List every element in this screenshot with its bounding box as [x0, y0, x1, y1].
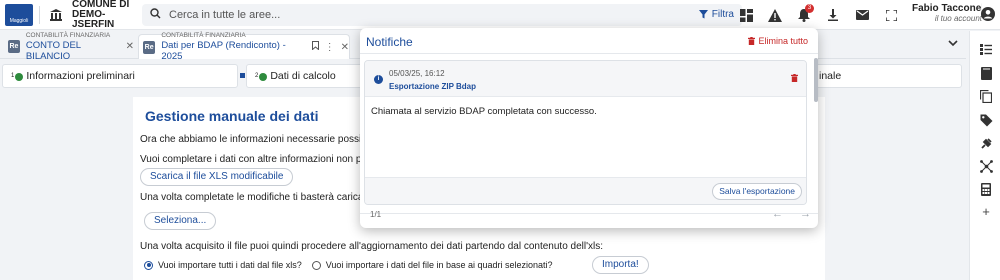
organization-name[interactable]: COMUNE DI DEMO-JSERFIN	[72, 0, 132, 30]
step-label: Informazioni preliminari	[26, 70, 135, 82]
notifications-title: Notifiche	[366, 35, 413, 49]
top-bar: Maggioli COMUNE DI DEMO-JSERFIN Cerca in…	[0, 0, 1000, 30]
tab-title: CONTO DEL BILANCIO	[25, 39, 81, 62]
user-name: Fabio Tacconell...	[912, 3, 982, 14]
list-icon[interactable]	[979, 42, 993, 56]
user-role: il tuo account	[934, 14, 982, 23]
save-export-button[interactable]: Salva l'esportazione	[712, 183, 802, 200]
divider	[360, 53, 818, 54]
import-mode-options: Vuoi importare tutti i dati dal file xls…	[144, 260, 553, 270]
next-page-icon[interactable]: →	[800, 208, 811, 220]
notifications-bell-icon[interactable]: 3	[793, 4, 815, 26]
download-icon[interactable]	[822, 4, 844, 26]
calculator-icon[interactable]	[979, 182, 993, 196]
radio-import-all[interactable]	[144, 260, 153, 270]
module-icon: Re	[143, 40, 156, 54]
complete-data-text: Vuoi completare i dati con altre informa…	[140, 154, 385, 165]
filter-label: Filtra	[711, 9, 734, 20]
municipality-icon	[48, 7, 64, 23]
tab-conto-del-bilancio[interactable]: Re CONTABILITÀ FINANZIARIA CONTO DEL BIL…	[4, 31, 134, 62]
fullscreen-icon[interactable]	[880, 4, 902, 26]
copy-icon[interactable]	[979, 89, 993, 103]
import-instructions-text: Una volta acquisito il file puoi quindi …	[140, 241, 604, 252]
notifications-panel: Notifiche Elimina tutto i 05/03/25, 16:1…	[360, 28, 818, 228]
bookmark-icon[interactable]	[311, 41, 319, 53]
step-label: Dati di calcolo	[270, 70, 336, 82]
chevron-down-icon[interactable]	[948, 38, 958, 50]
divider	[39, 5, 40, 24]
notification-timestamp: 05/03/25, 16:12	[389, 69, 445, 78]
radio-import-all-label[interactable]: Vuoi importare tutti i dati dal file xls…	[158, 260, 302, 270]
close-tab-icon[interactable]: ✕	[341, 42, 349, 53]
mail-icon[interactable]	[851, 4, 873, 26]
delete-notification-icon[interactable]	[791, 73, 798, 85]
upload-text: Una volta completate le modifiche ti bas…	[140, 192, 386, 203]
tab-category: CONTABILITÀ FINANZIARIA	[25, 31, 111, 39]
divider	[360, 213, 818, 214]
check-icon	[15, 73, 24, 81]
notification-header: i 05/03/25, 16:12 Esportazione ZIP Bdap	[365, 61, 806, 97]
module-icon: Re	[8, 40, 20, 53]
check-icon	[259, 73, 268, 81]
radio-import-selected[interactable]	[311, 260, 321, 270]
scrollbar[interactable]	[814, 58, 818, 102]
step-number: 2	[255, 73, 259, 79]
notification-tag: Esportazione ZIP Bdap	[389, 82, 476, 91]
user-menu[interactable]: Fabio Tacconell... il tuo account	[912, 3, 982, 23]
page-indicator: 1/1	[370, 210, 382, 219]
current-step-marker	[240, 73, 245, 78]
import-button[interactable]: Importa!	[592, 256, 649, 274]
notification-footer: Salva l'esportazione	[365, 177, 806, 204]
notification-message: Chiamata al servizio BDAP completata con…	[371, 106, 597, 117]
clear-all-label: Elimina tutto	[758, 36, 808, 46]
network-icon[interactable]	[979, 159, 993, 173]
plug-icon[interactable]	[979, 136, 993, 150]
maggioli-logo[interactable]: Maggioli	[5, 3, 33, 26]
radio-import-selected-label[interactable]: Vuoi importare i dati del file in base a…	[326, 260, 553, 270]
logo-text: Maggioli	[9, 17, 29, 24]
clear-all-button[interactable]: Elimina tutto	[748, 36, 808, 46]
tab-title: Dati per BDAP (Rendiconto) - 2025	[161, 40, 286, 62]
tag-icon[interactable]	[979, 113, 993, 127]
global-search[interactable]: Cerca in tutte le aree... Filtra	[142, 3, 742, 26]
notification-count-badge: 3	[805, 4, 814, 13]
previous-page-icon[interactable]: ←	[772, 208, 783, 220]
warning-icon[interactable]	[764, 4, 786, 26]
info-icon: i	[374, 75, 383, 84]
select-file-button[interactable]: Seleziona...	[144, 212, 217, 230]
tab-category: CONTABILITÀ FINANZIARIA	[161, 32, 246, 39]
step-label: inale	[819, 70, 842, 82]
right-toolbar: +	[969, 31, 1000, 280]
top-actions: 3	[735, 4, 902, 26]
close-tab-icon[interactable]: ✕	[126, 41, 134, 52]
notification-item: i 05/03/25, 16:12 Esportazione ZIP Bdap …	[364, 60, 807, 205]
user-avatar-icon[interactable]	[981, 7, 995, 24]
book-icon[interactable]	[979, 66, 993, 80]
intro-text: Ora che abbiamo le informazioni necessar…	[140, 134, 390, 145]
plus-icon[interactable]: +	[979, 204, 993, 219]
search-input[interactable]: Cerca in tutte le aree...	[169, 9, 699, 21]
filter-button[interactable]: Filtra	[698, 9, 734, 20]
dashboard-icon[interactable]	[735, 4, 757, 26]
search-icon	[150, 7, 161, 22]
tab-dati-per-bdap[interactable]: Re CONTABILITÀ FINANZIARIA Dati per BDAP…	[138, 32, 350, 62]
trash-icon	[748, 37, 756, 45]
step-number: 1	[11, 73, 15, 79]
step-informazioni-preliminari[interactable]: 1 Informazioni preliminari	[2, 64, 238, 88]
funnel-icon	[698, 10, 708, 19]
more-vertical-icon[interactable]: ⋮	[325, 42, 335, 53]
page-title: Gestione manuale dei dati	[145, 108, 319, 124]
download-xls-button[interactable]: Scarica il file XLS modificabile	[140, 168, 294, 186]
